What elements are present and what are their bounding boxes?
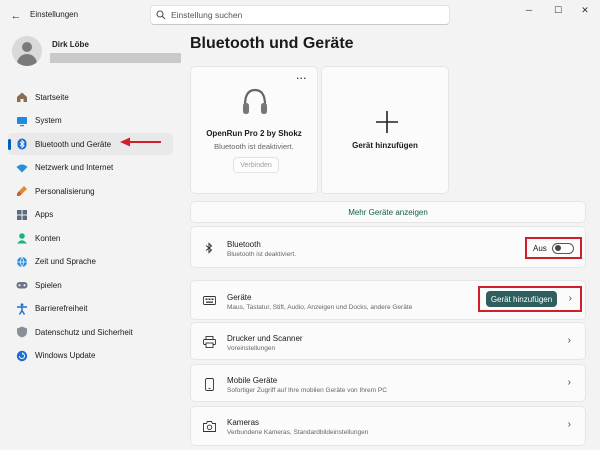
sidebar-item-privacy[interactable]: Datenschutz und Sicherheit xyxy=(8,321,173,343)
bluetooth-toggle[interactable] xyxy=(551,242,574,254)
sidebar-item-apps[interactable]: Apps xyxy=(8,204,173,226)
printer-icon xyxy=(202,335,216,349)
cameras-subtitle: Verbundene Kameras, Standardbildeinstell… xyxy=(227,429,369,436)
cameras-title: Kameras xyxy=(227,418,260,427)
sidebar-item-label: Spielen xyxy=(35,280,62,290)
page-title: Bluetooth und Geräte xyxy=(190,35,354,52)
title-bar: ← Einstellungen ─ ☐ ✕ xyxy=(0,0,600,30)
devices-title: Geräte xyxy=(227,293,252,302)
bluetooth-subtitle: Bluetooth ist deaktiviert. xyxy=(227,251,297,258)
bluetooth-icon xyxy=(16,138,28,150)
headphones-icon xyxy=(243,88,267,114)
cameras-row[interactable]: Kameras Verbundene Kameras, Standardbild… xyxy=(190,406,586,446)
account-icon xyxy=(16,232,28,244)
minimize-button[interactable]: ─ xyxy=(516,0,542,20)
bluetooth-icon xyxy=(202,241,216,255)
keyboard-devices-icon xyxy=(202,294,216,308)
printers-subtitle: Voreinstellungen xyxy=(227,345,276,352)
annotation-arrow-icon xyxy=(120,137,161,147)
sidebar-nav: Startseite System Bluetooth und Geräte N… xyxy=(8,86,173,368)
search-box[interactable] xyxy=(150,5,450,25)
device-status: Bluetooth ist deaktiviert. xyxy=(214,142,294,151)
connect-button[interactable]: Verbinden xyxy=(233,157,279,173)
sidebar-item-label: Startseite xyxy=(35,92,69,102)
user-email-redacted xyxy=(50,53,181,63)
sidebar-item-label: Windows Update xyxy=(35,351,96,360)
wifi-icon xyxy=(16,162,28,174)
accessibility-icon xyxy=(16,302,28,315)
camera-icon xyxy=(202,419,216,433)
globe-icon xyxy=(16,256,28,268)
sidebar-item-label: Zeit und Sprache xyxy=(35,257,96,266)
sidebar-item-network[interactable]: Netzwerk und Internet xyxy=(8,157,173,179)
apps-icon xyxy=(16,209,28,221)
mobile-subtitle: Sofortiger Zugriff auf Ihre mobilen Gerä… xyxy=(227,387,387,394)
more-options-icon[interactable]: ... xyxy=(296,71,307,81)
sidebar-item-label: Barrierefreiheit xyxy=(35,304,88,313)
sidebar-item-startseite[interactable]: Startseite xyxy=(8,86,173,108)
mobile-devices-row[interactable]: Mobile Geräte Sofortiger Zugriff auf Ihr… xyxy=(190,364,586,402)
avatar xyxy=(12,36,42,66)
device-name: OpenRun Pro 2 by Shokz xyxy=(206,129,302,138)
mobile-title: Mobile Geräte xyxy=(227,376,278,385)
system-icon xyxy=(16,115,28,127)
add-device-button[interactable]: Gerät hinzufügen xyxy=(486,291,557,307)
sidebar-item-accessibility[interactable]: Barrierefreiheit xyxy=(8,298,173,320)
search-input[interactable] xyxy=(171,10,431,20)
bluetooth-toggle-highlight: Aus xyxy=(525,237,582,259)
chevron-right-icon[interactable]: › xyxy=(569,293,572,304)
add-device-highlight: Gerät hinzufügen › xyxy=(478,286,582,312)
sidebar-item-windows-update[interactable]: Windows Update xyxy=(8,345,173,367)
sidebar-item-gaming[interactable]: Spielen xyxy=(8,274,173,296)
sidebar-item-label: Konten xyxy=(35,233,61,243)
printers-title: Drucker und Scanner xyxy=(227,334,303,343)
chevron-right-icon: › xyxy=(567,377,571,388)
sidebar-item-label: Apps xyxy=(35,210,54,219)
brush-icon xyxy=(16,185,28,197)
user-name: Dirk Löbe xyxy=(52,40,89,49)
chevron-right-icon: › xyxy=(567,419,571,430)
bluetooth-row: Bluetooth Bluetooth ist deaktiviert. Aus xyxy=(190,226,586,268)
devices-subtitle: Maus, Tastatur, Stift, Audio, Anzeigen u… xyxy=(227,304,413,311)
user-profile[interactable]: Dirk Löbe xyxy=(12,36,181,66)
shield-icon xyxy=(16,326,28,338)
bluetooth-title: Bluetooth xyxy=(227,240,261,249)
sidebar-item-label: Netzwerk und Internet xyxy=(35,163,114,172)
sidebar-item-personalization[interactable]: Personalisierung xyxy=(8,180,173,202)
app-title: Einstellungen xyxy=(30,10,79,19)
update-icon xyxy=(16,350,28,362)
chevron-right-icon: › xyxy=(567,335,571,346)
home-icon xyxy=(16,91,28,103)
phone-icon xyxy=(202,377,216,391)
device-card[interactable]: ... OpenRun Pro 2 by Shokz Bluetooth ist… xyxy=(190,66,318,194)
search-icon xyxy=(151,10,171,20)
sidebar-item-time-language[interactable]: Zeit und Sprache xyxy=(8,251,173,273)
sidebar-item-label: Bluetooth und Geräte xyxy=(35,139,112,149)
close-button[interactable]: ✕ xyxy=(572,0,598,20)
add-device-card[interactable]: Gerät hinzufügen xyxy=(321,66,449,194)
sidebar-item-system[interactable]: System xyxy=(8,110,173,132)
printers-row[interactable]: Drucker und Scanner Voreinstellungen › xyxy=(190,322,586,360)
plus-icon xyxy=(376,111,398,133)
sidebar-item-label: System xyxy=(35,116,62,125)
add-device-label: Gerät hinzufügen xyxy=(352,141,418,150)
maximize-button[interactable]: ☐ xyxy=(545,0,571,20)
sidebar-item-label: Datenschutz und Sicherheit xyxy=(35,327,133,337)
sidebar-item-label: Personalisierung xyxy=(35,186,95,196)
gamepad-icon xyxy=(16,279,28,291)
devices-row[interactable]: Geräte Maus, Tastatur, Stift, Audio, Anz… xyxy=(190,280,586,320)
toggle-state-label: Aus xyxy=(533,243,547,253)
sidebar-item-accounts[interactable]: Konten xyxy=(8,227,173,249)
back-arrow-icon[interactable]: ← xyxy=(8,8,24,24)
more-devices-button[interactable]: Mehr Geräte anzeigen xyxy=(190,201,586,223)
